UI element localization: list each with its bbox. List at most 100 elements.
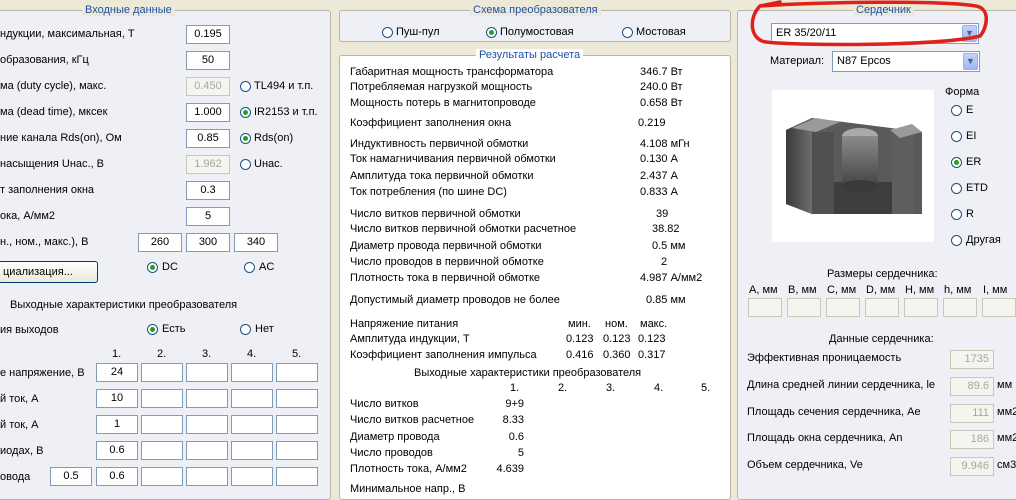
minmax-header: макс.	[640, 318, 668, 330]
minmax-label: Напряжение питания	[350, 318, 459, 330]
core-param-field[interactable]: 1735	[950, 350, 994, 369]
outputs-row-label: е напряжение, В	[0, 367, 85, 379]
outputs-cell[interactable]	[141, 363, 183, 382]
result-label: Диаметр провода первичной обмотки	[350, 240, 542, 252]
outputs-cell[interactable]	[141, 441, 183, 460]
dim-field[interactable]	[826, 298, 860, 317]
outputs-yes-radio[interactable]	[147, 324, 158, 335]
results-output-value: 5	[517, 447, 524, 459]
dim-label: B, мм	[788, 284, 817, 296]
shape-radio[interactable]	[951, 235, 962, 246]
input-field[interactable]: 50	[186, 51, 230, 70]
initialization-button[interactable]: циализация...	[0, 261, 98, 283]
material-select[interactable]: N87 Epcos ▼	[832, 51, 980, 72]
outputs-cell[interactable]	[141, 467, 183, 486]
result-label: Число проводов в первичной обмотке	[350, 256, 544, 268]
input-field[interactable]: 0.195	[186, 25, 230, 44]
input-option-radio[interactable]	[240, 159, 251, 170]
input-field[interactable]: 5	[186, 207, 230, 226]
core-param-field[interactable]: 9.946	[950, 457, 994, 476]
input-option-radio[interactable]	[240, 133, 251, 144]
voltage-max-field[interactable]: 340	[234, 233, 278, 252]
shape-radio[interactable]	[951, 209, 962, 220]
core-param-field[interactable]: 186	[950, 430, 994, 449]
outputs-cell[interactable]	[186, 363, 228, 382]
outputs-cell[interactable]	[186, 441, 228, 460]
input-label: ние канала Rds(on), Ом	[0, 132, 122, 144]
voltage-min-field[interactable]: 260	[138, 233, 182, 252]
dim-field[interactable]	[943, 298, 977, 317]
outputs-cell[interactable]: 24	[96, 363, 138, 382]
outputs-cell[interactable]: 10	[96, 389, 138, 408]
chevron-down-icon[interactable]: ▼	[963, 53, 978, 70]
result-value: 2.437 А	[640, 170, 678, 182]
core-param-field[interactable]: 89.6	[950, 377, 994, 396]
outputs-cell[interactable]: 0.6	[96, 441, 138, 460]
input-label: ма (dead time), мксек	[0, 106, 108, 118]
input-field[interactable]: 0.450	[186, 77, 230, 96]
outputs-cell[interactable]	[231, 363, 273, 382]
core-param-field[interactable]: 111	[950, 404, 994, 423]
input-label: ока, А/мм2	[0, 210, 56, 222]
outputs-cell[interactable]	[231, 415, 273, 434]
outputs-pre-field[interactable]: 0.5	[50, 467, 92, 486]
outputs-cell[interactable]	[276, 415, 318, 434]
input-option-radio[interactable]	[240, 81, 251, 92]
minmax-header: ном.	[605, 318, 628, 330]
material-select-value: N87 Epcos	[837, 55, 891, 67]
result-value: 0.833 А	[640, 186, 678, 198]
dim-field[interactable]	[982, 298, 1016, 317]
input-option-radio[interactable]	[240, 107, 251, 118]
results-output-column: 1.	[510, 382, 520, 394]
input-field[interactable]: 0.85	[186, 129, 230, 148]
outputs-cell[interactable]: 1	[96, 415, 138, 434]
ac-label: AC	[259, 261, 275, 273]
dim-field[interactable]	[748, 298, 782, 317]
shape-radio[interactable]	[951, 157, 962, 168]
outputs-cell[interactable]: 0.6	[96, 467, 138, 486]
outputs-row-label: й ток, А	[0, 419, 39, 431]
outputs-no-radio[interactable]	[240, 324, 251, 335]
shape-radio[interactable]	[951, 131, 962, 142]
outputs-cell[interactable]	[141, 415, 183, 434]
outputs-column-header: 2.	[157, 348, 167, 360]
dim-field[interactable]	[865, 298, 899, 317]
result-value: 4.108 мГн	[640, 138, 690, 150]
minmax-value: 0.416	[566, 349, 594, 361]
result-value: 0.5 мм	[652, 240, 686, 252]
input-field[interactable]: 1.962	[186, 155, 230, 174]
scheme-title: Схема преобразователя	[470, 4, 601, 16]
shape-label: E	[966, 104, 974, 116]
scheme-bridge-radio[interactable]	[622, 27, 633, 38]
shape-radio[interactable]	[951, 183, 962, 194]
outputs-cell[interactable]	[276, 389, 318, 408]
scheme-pushpull-radio[interactable]	[382, 27, 393, 38]
dc-radio[interactable]	[147, 262, 158, 273]
scheme-halfbridge-radio[interactable]	[486, 27, 497, 38]
outputs-cell[interactable]	[186, 415, 228, 434]
result-value: 0.658 Вт	[640, 97, 683, 109]
dims-title: Размеры сердечника:	[827, 268, 938, 280]
outputs-cell[interactable]	[276, 441, 318, 460]
outputs-cell[interactable]	[276, 363, 318, 382]
core-param-unit: мм	[997, 379, 1013, 391]
shape-radio[interactable]	[951, 105, 962, 116]
voltage-nom-field[interactable]: 300	[186, 233, 230, 252]
outputs-row-label: овода	[0, 471, 31, 483]
outputs-cell[interactable]	[276, 467, 318, 486]
voltage-label: н., ном., макс.), В	[0, 236, 89, 248]
outputs-cell[interactable]	[231, 467, 273, 486]
input-field[interactable]: 1.000	[186, 103, 230, 122]
outputs-cell[interactable]	[231, 441, 273, 460]
shape-label: Другая	[966, 234, 1001, 246]
outputs-column-header: 4.	[247, 348, 257, 360]
outputs-cell[interactable]	[186, 389, 228, 408]
ac-radio[interactable]	[244, 262, 255, 273]
outputs-cell[interactable]	[231, 389, 273, 408]
input-field[interactable]: 0.3	[186, 181, 230, 200]
dim-field[interactable]	[904, 298, 938, 317]
outputs-cell[interactable]	[141, 389, 183, 408]
dim-field[interactable]	[787, 298, 821, 317]
outputs-cell[interactable]	[186, 467, 228, 486]
result-label: Индуктивность первичной обмотки	[350, 138, 529, 150]
